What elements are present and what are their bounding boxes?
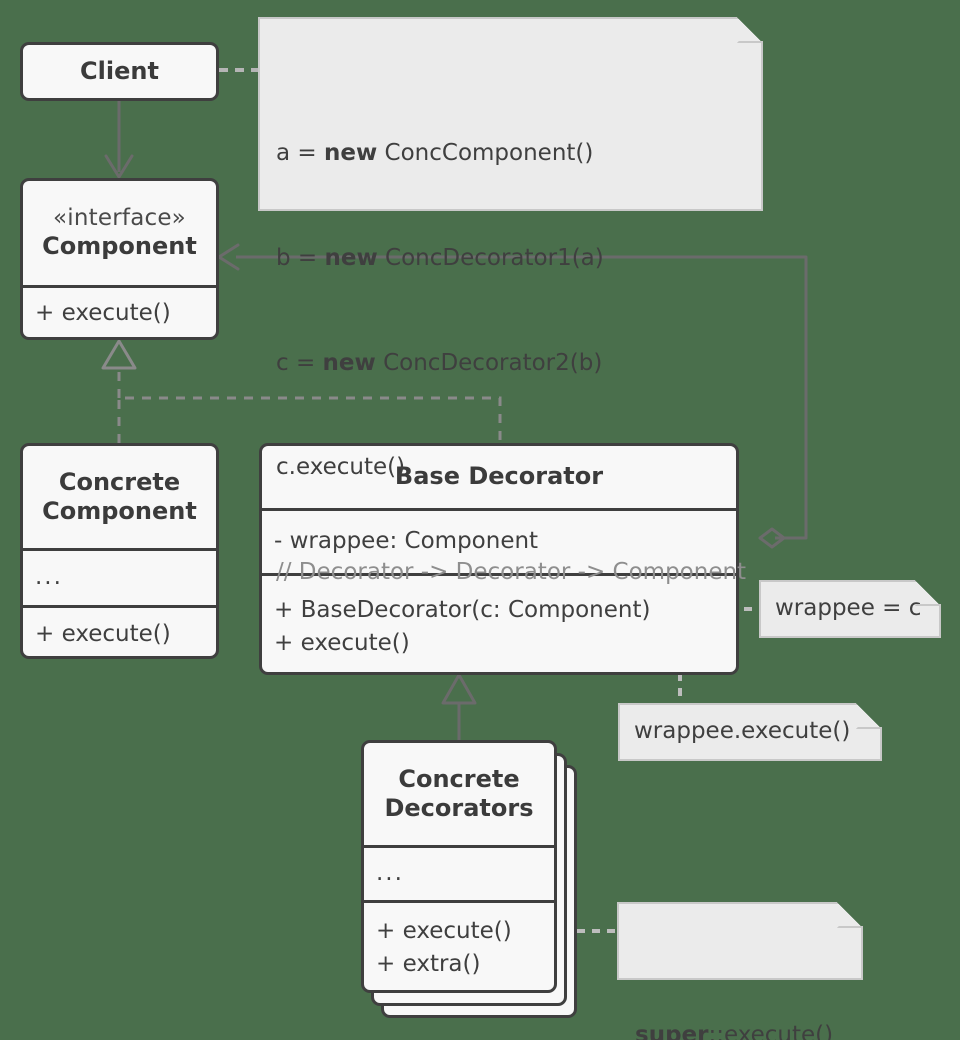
concrete-component-operations: + execute() bbox=[23, 605, 216, 662]
class-box-component[interactable]: «interface» Component + execute() bbox=[20, 178, 219, 340]
note-client-code-line-4: c.execute() bbox=[276, 454, 406, 481]
concrete-component-attributes: ... bbox=[23, 548, 216, 605]
note-fold-icon bbox=[856, 703, 882, 729]
concrete-component-operation-execute: + execute() bbox=[35, 621, 171, 648]
note-fold-icon bbox=[837, 902, 863, 928]
note-client-code[interactable]: a = new ConcComponent() b = new ConcDeco… bbox=[258, 17, 763, 585]
component-operation-execute: + execute() bbox=[35, 300, 171, 327]
concrete-decorators-attributes: ... bbox=[364, 845, 554, 900]
note-wrappee-execute[interactable]: wrappee.execute() bbox=[618, 703, 882, 761]
concrete-decorators-operations: + execute() + extra() bbox=[364, 900, 554, 993]
concrete-decorators-operation-execute: + execute() bbox=[376, 917, 512, 944]
note-super-execute-line-1: super::execute() bbox=[635, 1021, 834, 1040]
component-stereotype: «interface» bbox=[53, 205, 186, 232]
component-name: Component bbox=[42, 232, 197, 261]
concrete-decorators-attribute-ellipsis: ... bbox=[376, 860, 404, 887]
client-name: Client bbox=[80, 56, 159, 85]
note-fold-icon bbox=[915, 580, 941, 606]
note-fold-icon bbox=[737, 17, 763, 43]
edge-generalization-decorators-to-base bbox=[441, 673, 477, 740]
note-client-code-line-3: c = new ConcDecorator2(b) bbox=[276, 349, 603, 376]
note-wrappee-assign-text: wrappee = c bbox=[775, 595, 922, 622]
note-wrappee-assign[interactable]: wrappee = c bbox=[759, 580, 941, 638]
concrete-component-title: Concrete Component bbox=[23, 446, 216, 548]
class-box-client[interactable]: Client bbox=[20, 42, 219, 101]
concrete-decorators-name-line2: Decorators bbox=[384, 794, 534, 822]
concrete-component-name-line2: Component bbox=[42, 497, 197, 525]
concrete-component-name-line1: Concrete bbox=[58, 467, 181, 496]
component-title: «interface» Component bbox=[23, 181, 216, 285]
client-title: Client bbox=[23, 45, 216, 98]
component-operations: + execute() bbox=[23, 285, 216, 340]
edge-client-to-component bbox=[104, 101, 134, 179]
note-client-code-line-2: b = new ConcDecorator1(a) bbox=[276, 244, 604, 271]
note-wrappee-execute-text: wrappee.execute() bbox=[634, 718, 851, 745]
class-box-concrete-component[interactable]: Concrete Component ... + execute() bbox=[20, 443, 219, 659]
note-client-code-comment: // Decorator -> Decorator -> Component bbox=[276, 559, 747, 586]
concrete-decorators-operation-extra: + extra() bbox=[376, 951, 481, 977]
concrete-decorators-name-line1: Concrete bbox=[398, 764, 520, 793]
uml-diagram-canvas: Client «interface» Component + execute()… bbox=[0, 0, 960, 1040]
concrete-decorators-title: Concrete Decorators bbox=[364, 743, 554, 845]
note-client-code-line-1: a = new ConcComponent() bbox=[276, 139, 594, 166]
class-box-concrete-decorators[interactable]: Concrete Decorators ... + execute() + ex… bbox=[361, 740, 557, 993]
note-super-execute[interactable]: super::execute() extra() bbox=[617, 902, 863, 1040]
concrete-component-attribute-ellipsis: ... bbox=[35, 564, 63, 591]
